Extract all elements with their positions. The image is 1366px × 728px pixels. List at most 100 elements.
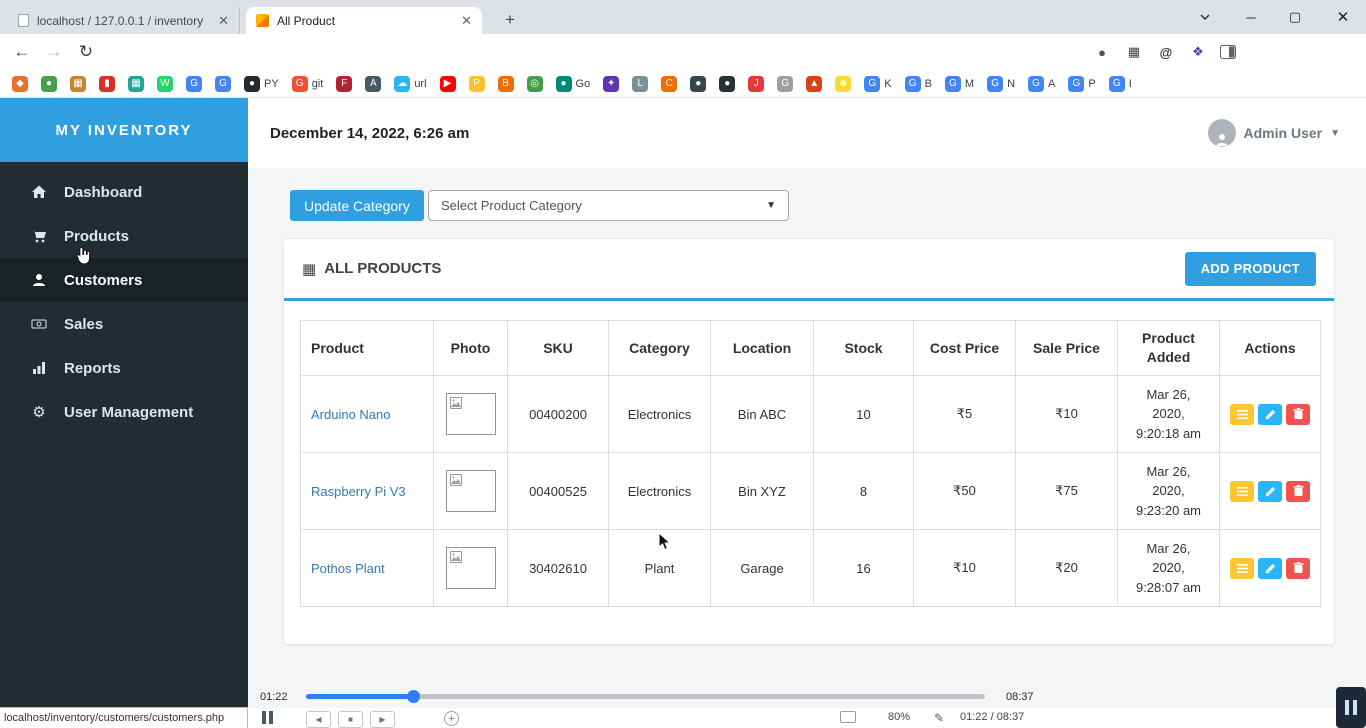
col-location: Location [711,321,814,376]
bookmark-item[interactable]: G M [945,76,974,92]
extensions-puzzle-icon[interactable]: ❖ [1186,40,1210,64]
bookmark-item[interactable]: W [157,76,173,92]
bookmark-favicon: G [864,76,880,92]
location-cell: Bin XYZ [711,453,814,530]
bookmark-item[interactable]: G I [1109,76,1132,92]
bookmark-item[interactable]: G [186,76,202,92]
delete-button[interactable] [1286,558,1310,579]
edit-button[interactable] [1258,481,1282,502]
bookmark-favicon: ✦ [603,76,619,92]
sale-price-cell: ₹20 [1016,530,1118,607]
extension-at-icon[interactable]: @ [1154,40,1178,64]
close-window-button[interactable]: ✕ [1322,0,1364,34]
sidebar-item-user-management[interactable]: ⚙ User Management [0,390,248,434]
forward-icon[interactable]: → [40,38,68,66]
prev-frame-icon[interactable]: ◀ [306,711,331,728]
sidebar-item-sales[interactable]: Sales [0,302,248,346]
bookmark-item[interactable]: G [777,76,793,92]
stock-cell: 16 [814,530,914,607]
bookmark-item[interactable]: C [661,76,677,92]
bookmark-item[interactable]: ☁ url [394,76,426,92]
close-icon[interactable]: ✕ [218,13,229,29]
product-link[interactable]: Arduino Nano [311,407,391,422]
bookmark-item[interactable]: B [498,76,514,92]
frame-icon[interactable] [840,711,856,723]
bookmark-item[interactable]: G P [1068,76,1095,92]
bookmark-item[interactable]: L [632,76,648,92]
bookmark-item[interactable]: ● Go [556,76,591,92]
bookmark-item[interactable]: G N [987,76,1015,92]
product-link[interactable]: Raspberry Pi V3 [311,484,406,499]
bookmark-item[interactable]: ● [690,76,706,92]
bookmark-item[interactable]: ☻ [835,76,851,92]
maximize-button[interactable]: ▢ [1274,0,1316,34]
sidebar-item-products[interactable]: Products [0,214,248,258]
bookmark-item[interactable]: A [365,76,381,92]
add-marker-icon[interactable]: + [444,711,459,726]
pause-overlay-button[interactable] [1336,687,1366,728]
player-controls: ◀ ■ ▶ + 80% ✎ 01:22 / 08:37 [248,708,1336,728]
new-tab-button[interactable]: + [498,8,522,32]
product-category-select[interactable]: Select Product Category ▼ [428,190,789,221]
bookmark-item[interactable]: G K [864,76,891,92]
user-menu[interactable]: Admin User ▼ [1208,119,1340,147]
edit-button[interactable] [1258,404,1282,425]
sidebar-item-dashboard[interactable]: Dashboard [0,170,248,214]
edit-button[interactable] [1258,558,1282,579]
bookmark-item[interactable]: ● [719,76,735,92]
bookmark-item[interactable]: P [469,76,485,92]
bookmark-item[interactable]: ◎ [527,76,543,92]
bookmark-item[interactable]: ▲ [806,76,822,92]
minimize-button[interactable]: ─ [1230,0,1272,34]
bookmark-item[interactable]: G [215,76,231,92]
delete-button[interactable] [1286,481,1310,502]
add-product-button[interactable]: ADD PRODUCT [1185,252,1316,286]
bookmark-item[interactable]: G git [292,76,324,92]
refresh-icon[interactable]: ↻ [72,38,100,66]
bookmark-item[interactable]: F [336,76,352,92]
next-frame-icon[interactable]: ▶ [370,711,395,728]
close-icon[interactable]: ✕ [461,13,472,29]
bookmark-item[interactable]: ● PY [244,76,279,92]
pause-icon[interactable] [262,711,276,727]
bookmark-item[interactable]: ▦ [70,76,86,92]
extension-paw-icon[interactable]: ● [1090,40,1114,64]
bookmark-item[interactable]: ▦ [128,76,144,92]
bookmark-favicon: G [1109,76,1125,92]
bookmark-item[interactable]: ▶ [440,76,456,92]
bookmark-item[interactable]: G A [1028,76,1055,92]
bookmark-favicon: A [365,76,381,92]
tab-search-chevron-icon[interactable] [1184,0,1226,34]
bookmark-favicon: ◆ [12,76,28,92]
bookmark-item[interactable]: ◆ [12,76,28,92]
sidebar-item-customers[interactable]: Customers [0,258,248,302]
bookmark-item[interactable]: ▮ [99,76,115,92]
view-button[interactable] [1230,481,1254,502]
side-panel-icon[interactable] [1216,40,1240,64]
chevron-down-icon: ▼ [766,200,776,211]
back-icon[interactable]: ← [8,38,36,66]
view-button[interactable] [1230,404,1254,425]
bookmark-favicon: G [1068,76,1084,92]
extension-grid-icon[interactable]: ▦ [1122,40,1146,64]
delete-button[interactable] [1286,404,1310,425]
select-value: Select Product Category [441,198,582,213]
seek-handle[interactable] [407,690,420,703]
bookmark-item[interactable]: J [748,76,764,92]
view-button[interactable] [1230,558,1254,579]
cost-price-cell: ₹5 [914,376,1016,453]
browser-tab-active[interactable]: All Product ✕ [246,7,482,34]
pencil-icon[interactable]: ✎ [934,711,944,725]
product-link[interactable]: Pothos Plant [311,561,385,576]
cost-price-cell: ₹50 [914,453,1016,530]
bookmark-item[interactable]: ● [41,76,57,92]
stock-cell: 8 [814,453,914,530]
bookmark-favicon: ● [244,76,260,92]
browser-tab-inactive[interactable]: localhost / 127.0.0.1 / inventory ✕ [8,7,240,34]
update-category-button[interactable]: Update Category [290,190,424,221]
stop-icon[interactable]: ■ [338,711,363,728]
sidebar-item-reports[interactable]: Reports [0,346,248,390]
bookmark-item[interactable]: ✦ [603,76,619,92]
username-text: Admin User [1244,125,1323,141]
bookmark-item[interactable]: G B [905,76,932,92]
